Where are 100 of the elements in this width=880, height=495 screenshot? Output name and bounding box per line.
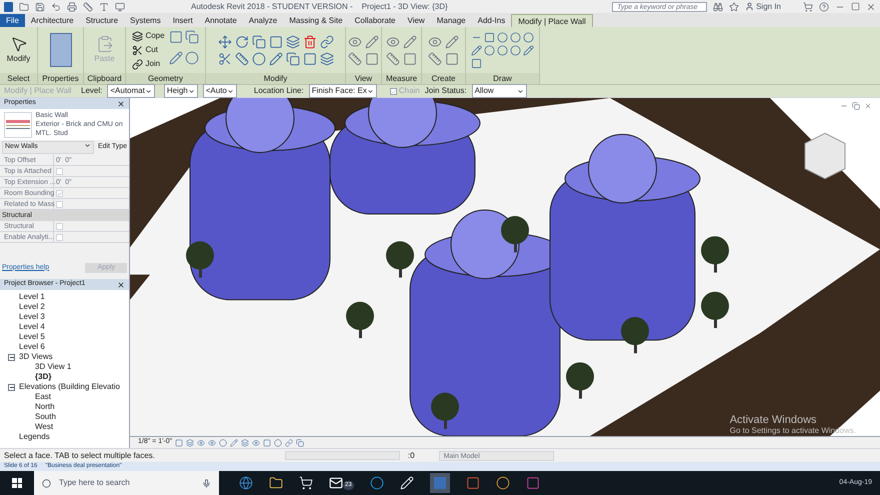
mail-app-icon[interactable] [329, 476, 343, 490]
modify-tool-icon[interactable] [286, 52, 300, 66]
property-checkbox[interactable] [56, 190, 63, 196]
tree-item[interactable]: East [35, 392, 52, 402]
view-control-icon[interactable] [219, 438, 228, 446]
modify-tool-icon[interactable] [234, 52, 248, 66]
geometry-button[interactable]: Join [132, 58, 165, 70]
ribbon-tab[interactable]: Massing & Site [283, 14, 349, 27]
draw-tool-icon[interactable] [497, 32, 508, 42]
modify-tool-icon[interactable] [234, 34, 248, 48]
ribbon-tab[interactable]: Modify | Place Wall [511, 14, 593, 27]
draw-tool-icon[interactable] [523, 44, 534, 56]
view-control-icon[interactable] [197, 438, 206, 446]
browser-icon[interactable] [239, 476, 253, 490]
tool-icon[interactable] [348, 34, 362, 48]
tree-item[interactable]: Elevations (Building Elevatio [19, 382, 120, 392]
cart-icon[interactable] [803, 2, 813, 12]
view-control-icon[interactable] [241, 438, 250, 446]
ribbon-tab[interactable]: Analyze [242, 14, 284, 27]
tool-icon[interactable] [365, 52, 379, 66]
window-icon[interactable] [115, 2, 125, 12]
modify-tool-icon[interactable] [302, 34, 316, 48]
tool-icon[interactable] [403, 34, 417, 48]
ribbon-tab[interactable]: View [402, 14, 431, 27]
property-checkbox[interactable] [56, 168, 63, 174]
view-control-icon[interactable] [186, 438, 194, 446]
ribbon-tab[interactable]: Add-Ins [472, 14, 512, 27]
tree-item[interactable]: North [35, 402, 55, 412]
modify-tool-icon[interactable] [268, 52, 282, 66]
draw-tool-icon[interactable] [471, 44, 482, 56]
ribbon-tab[interactable]: Manage [430, 14, 472, 27]
view-control-icon[interactable] [230, 438, 238, 446]
tree-item[interactable]: Level 3 [19, 312, 45, 322]
draw-tool-icon[interactable] [497, 44, 508, 56]
tool-icon[interactable] [428, 52, 442, 66]
windows-start-icon[interactable] [12, 478, 22, 488]
draw-tool-icon[interactable] [510, 44, 521, 56]
ribbon-tab[interactable]: File [0, 14, 25, 27]
tree-item[interactable]: West [35, 422, 54, 432]
save-icon[interactable] [35, 2, 45, 12]
ribbon-tab[interactable]: Annotate [198, 14, 243, 27]
app-logo-icon[interactable] [4, 2, 13, 12]
tool-icon[interactable] [428, 34, 442, 48]
ribbon-tab[interactable]: Insert [166, 14, 199, 27]
maximize-icon[interactable] [851, 2, 860, 11]
sign-in-link[interactable]: Sign In [745, 0, 781, 12]
height-value-dropdown[interactable]: <Auto [202, 84, 237, 98]
level-dropdown[interactable]: <Automat [107, 84, 155, 98]
collapse-toggle[interactable] [8, 384, 15, 390]
view-control-icon[interactable] [208, 438, 216, 446]
measure-icon[interactable] [83, 2, 93, 12]
close-icon[interactable] [117, 100, 125, 108]
draw-tool-icon[interactable] [484, 44, 495, 56]
modify-tool-icon[interactable] [252, 34, 266, 48]
tool-icon[interactable] [445, 52, 459, 66]
draw-tool-icon[interactable] [523, 32, 534, 42]
modify-tool-icon[interactable] [320, 52, 334, 66]
modify-tool-icon[interactable] [268, 34, 282, 48]
properties-button[interactable] [50, 33, 72, 67]
tree-item[interactable]: Level 1 [19, 292, 45, 302]
tree-item[interactable]: Level 4 [19, 322, 45, 332]
star-icon[interactable] [729, 2, 740, 12]
tree-item[interactable]: Level 5 [19, 332, 45, 342]
ribbon-tab[interactable]: Structure [80, 14, 124, 27]
tool-icon[interactable] [386, 52, 400, 66]
tool-icon[interactable] [445, 34, 459, 48]
ribbon-tab[interactable]: Collaborate [348, 14, 402, 27]
ribbon-tab[interactable]: Architecture [24, 14, 80, 27]
geometry-button[interactable]: Cut [132, 44, 165, 56]
modify-tool-icon[interactable] [218, 34, 232, 48]
draw-tool-icon[interactable] [510, 32, 521, 42]
property-checkbox[interactable] [56, 200, 63, 208]
geometry-button[interactable]: Cope [132, 30, 165, 42]
modify-tool-icon[interactable] [320, 34, 334, 48]
ribbon-tab[interactable]: Systems [124, 14, 167, 27]
taskbar-search-field[interactable]: Type here to search [34, 471, 219, 495]
property-checkbox[interactable] [56, 234, 63, 240]
modify-tool-icon[interactable] [302, 52, 316, 66]
tree-item[interactable]: Legends [19, 432, 50, 442]
modify-tool-icon[interactable] [286, 34, 300, 48]
draw-tool-icon[interactable] [484, 32, 495, 42]
print-icon[interactable] [67, 2, 77, 12]
modify-tool-icon[interactable] [218, 52, 232, 66]
tree-item[interactable]: 3D View 1 [35, 362, 72, 372]
close-icon[interactable] [864, 102, 872, 110]
tree-item[interactable]: 3D Views [19, 352, 53, 362]
tool-icon[interactable] [348, 52, 362, 66]
tree-item[interactable]: Level 2 [19, 302, 45, 312]
property-checkbox[interactable] [56, 222, 63, 230]
join-status-dropdown[interactable]: Allow [472, 84, 527, 98]
tool-icon[interactable] [365, 34, 379, 48]
location-dropdown[interactable]: Finish Face: Ex [308, 84, 377, 98]
tool-icon[interactable] [403, 52, 417, 66]
close-icon[interactable] [117, 280, 125, 288]
undo-icon[interactable] [51, 2, 61, 12]
draw-tool-icon[interactable] [471, 58, 482, 68]
tool-icon[interactable] [386, 34, 400, 48]
text-icon[interactable] [99, 2, 109, 12]
view-control-icon[interactable] [296, 438, 304, 446]
help-icon[interactable] [819, 2, 829, 12]
